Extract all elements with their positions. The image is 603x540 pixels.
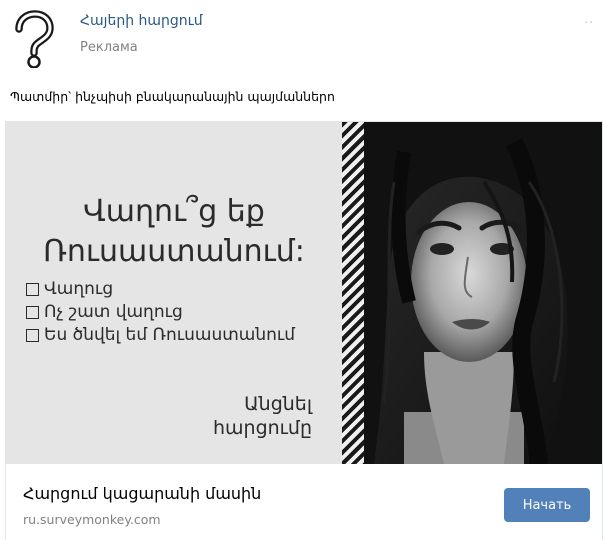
- survey-option: Ես ծնվել եմ Ռուսաստանում: [26, 325, 295, 345]
- diagonal-stripe-divider: [342, 122, 364, 464]
- checkbox-icon: [26, 282, 39, 296]
- survey-option-label: Ոչ շատ վաղուց: [44, 302, 183, 322]
- survey-option: Ոչ շատ վաղուց: [26, 302, 183, 322]
- take-survey-line1: Անցնել: [244, 393, 312, 415]
- ad-card-domain: ru.surveymonkey.com: [23, 512, 161, 527]
- take-survey-line2: հարցումը: [212, 417, 312, 439]
- survey-question-line2: Ռուսաստանում:: [43, 234, 305, 269]
- question-mark-icon: [14, 8, 56, 69]
- survey-question-line1: Վաղու՞ց եք: [83, 194, 265, 229]
- woman-portrait-photo: [364, 122, 602, 464]
- survey-option-label: Ես ծնվել եմ Ռուսաստանում: [44, 325, 296, 345]
- ad-card[interactable]: Վաղու՞ց եք Ռուսաստանում: Վաղուց Ոչ շատ վ…: [5, 121, 603, 540]
- post-text: Պատմիր՝ ինչպիսի բնակարանային պայմաններո: [10, 89, 335, 104]
- take-survey-text: Անցնել հարցումը: [182, 392, 312, 440]
- checkbox-icon: [26, 305, 39, 319]
- ad-image[interactable]: Վաղու՞ց եք Ռուսաստանում: Վաղուց Ոչ շատ վ…: [6, 122, 602, 464]
- ad-label: Реклама: [80, 40, 138, 55]
- survey-option-label: Վաղուց: [44, 279, 114, 299]
- survey-option: Վաղուց: [26, 279, 113, 299]
- more-options-icon[interactable]: ··: [584, 16, 594, 31]
- group-name-link[interactable]: Հայերի հարցում: [80, 13, 203, 29]
- start-button[interactable]: Начать: [504, 488, 590, 522]
- post-header: Հայերի հարցում Реклама ··: [0, 0, 603, 80]
- checkbox-icon: [26, 328, 39, 342]
- ad-card-footer: Հարցում կացարանի մասին ru.surveymonkey.c…: [6, 464, 602, 540]
- ad-card-title[interactable]: Հարցում կացարանի մասին: [23, 484, 261, 503]
- avatar[interactable]: [10, 8, 56, 69]
- survey-panel: Վաղու՞ց եք Ռուսաստանում: Վաղուց Ոչ շատ վ…: [6, 122, 342, 464]
